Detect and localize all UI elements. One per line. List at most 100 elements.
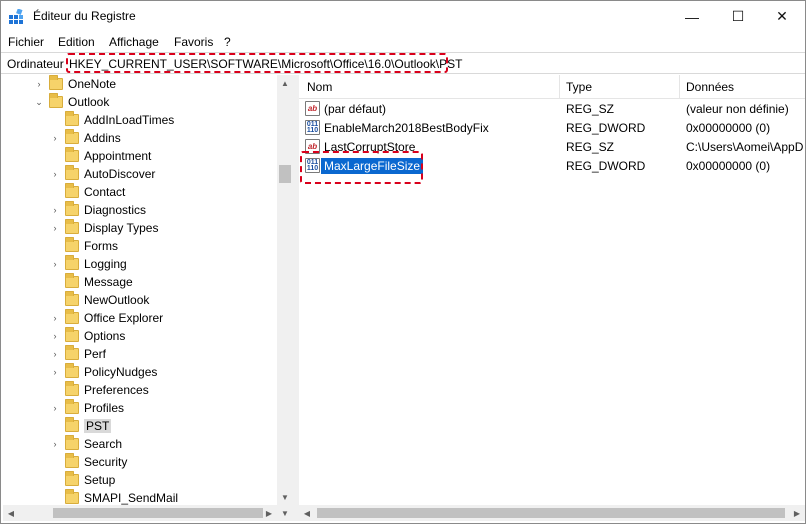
tree-item[interactable]: › Office Explorer [49, 309, 163, 327]
scroll-right-icon[interactable]: ▶ [261, 505, 277, 521]
title-bar[interactable]: Éditeur du Registre — ☐ ✕ [1, 1, 805, 32]
chevron-right-icon[interactable]: › [33, 75, 45, 93]
value-type: REG_DWORD [566, 121, 646, 135]
scroll-down-icon[interactable]: ▼ [277, 505, 293, 521]
chevron-right-icon[interactable]: › [49, 345, 61, 363]
tree-item[interactable]: Contact [49, 183, 125, 201]
tree-item[interactable]: › Diagnostics [49, 201, 146, 219]
chevron-right-icon[interactable] [49, 111, 61, 129]
chevron-right-icon[interactable]: › [49, 399, 61, 417]
chevron-right-icon[interactable] [49, 273, 61, 291]
list-header: Nom Type Données [299, 75, 805, 99]
folder-icon [65, 381, 79, 396]
tree-vertical-scrollbar[interactable]: ▲ ▼ [277, 75, 293, 505]
value-type: REG_SZ [566, 102, 615, 116]
tree-item-label: NewOutlook [84, 293, 150, 307]
scroll-left-icon[interactable]: ◀ [299, 505, 315, 521]
tree-horizontal-scrollbar[interactable]: ◀ ▶ ▼ [3, 505, 293, 521]
scroll-up-icon[interactable]: ▲ [277, 75, 293, 91]
value-type: REG_DWORD [566, 159, 646, 173]
chevron-right-icon[interactable]: › [49, 363, 61, 381]
chevron-right-icon[interactable] [49, 471, 61, 489]
column-header-type[interactable]: Type [566, 80, 592, 94]
scroll-thumb[interactable] [279, 165, 291, 183]
tree-item-label: Office Explorer [84, 311, 164, 325]
chevron-right-icon[interactable]: › [49, 201, 61, 219]
tree-item[interactable]: PST [49, 417, 112, 435]
column-header-name[interactable]: Nom [307, 80, 332, 94]
tree-item[interactable]: Appointment [49, 147, 151, 165]
tree-item[interactable]: ⌄ Outlook [33, 93, 109, 111]
tree-item[interactable]: › Addins [49, 129, 121, 147]
chevron-right-icon[interactable] [49, 489, 61, 505]
tree-item-label: Display Types [84, 221, 159, 235]
tree-item[interactable]: › Logging [49, 255, 127, 273]
tree-item[interactable]: Message [49, 273, 133, 291]
column-divider[interactable] [559, 75, 560, 99]
chevron-right-icon[interactable] [49, 237, 61, 255]
tree-item[interactable]: › Search [49, 435, 122, 453]
value-row[interactable]: 011 110 EnableMarch2018BestBodyFix REG_DWO… [299, 119, 805, 137]
tree-item[interactable]: › OneNote [33, 75, 116, 93]
chevron-right-icon[interactable]: › [49, 219, 61, 237]
tree-item[interactable]: › AutoDiscover [49, 165, 155, 183]
tree-item[interactable]: Security [49, 453, 127, 471]
tree-item-label: Search [84, 437, 123, 451]
key-tree-pane[interactable]: › OneNote ⌄ Outlook AddInLoadTimes › Addins App… [3, 75, 293, 505]
tree-item-label: Perf [84, 347, 107, 361]
folder-icon [65, 111, 79, 126]
tree-item-label: Message [84, 275, 133, 289]
chevron-down-icon[interactable]: ⌄ [33, 93, 45, 111]
values-list-pane[interactable]: Nom Type Données ab (par défaut) REG_SZ (va… [299, 75, 805, 505]
tree-item[interactable]: › Options [49, 327, 125, 345]
tree-item[interactable]: › Profiles [49, 399, 124, 417]
minimize-button[interactable]: — [669, 1, 715, 32]
address-bar[interactable]: Ordinateur HKEY_CURRENT_USER\SOFTWARE\Mi… [1, 52, 805, 74]
chevron-right-icon[interactable]: › [49, 129, 61, 147]
value-data: C:\Users\Aomei\AppD [686, 140, 804, 154]
chevron-right-icon[interactable]: › [49, 327, 61, 345]
list-horizontal-scrollbar[interactable]: ◀ ▶ [299, 505, 805, 521]
chevron-right-icon[interactable] [49, 417, 61, 435]
tree-item[interactable]: Setup [49, 471, 115, 489]
close-button[interactable]: ✕ [759, 1, 805, 32]
scroll-thumb[interactable] [317, 508, 785, 518]
scroll-thumb[interactable] [53, 508, 263, 518]
chevron-right-icon[interactable] [49, 453, 61, 471]
tree-item-label: Contact [84, 185, 126, 199]
menu-favoris[interactable]: Favoris [174, 35, 213, 49]
tree-item[interactable]: NewOutlook [49, 291, 149, 309]
chevron-right-icon[interactable] [49, 291, 61, 309]
chevron-right-icon[interactable]: › [49, 255, 61, 273]
tree-item[interactable]: Preferences [49, 381, 149, 399]
scroll-left-icon[interactable]: ◀ [3, 505, 19, 521]
maximize-button[interactable]: ☐ [715, 1, 761, 32]
menu-fichier[interactable]: Fichier [8, 35, 44, 49]
folder-icon [65, 201, 79, 216]
column-header-data[interactable]: Données [686, 80, 734, 94]
folder-icon [65, 345, 79, 360]
chevron-right-icon[interactable] [49, 381, 61, 399]
tree-item[interactable]: SMAPI_SendMail [49, 489, 178, 505]
scroll-down-icon[interactable]: ▼ [277, 489, 293, 505]
folder-icon [65, 363, 79, 378]
tree-item[interactable]: › Perf [49, 345, 106, 363]
chevron-right-icon[interactable]: › [49, 165, 61, 183]
tree-item[interactable]: › PolicyNudges [49, 363, 157, 381]
folder-icon [65, 219, 79, 234]
address-root-label: Ordinateur [7, 57, 64, 71]
menu-affichage[interactable]: Affichage [109, 35, 159, 49]
column-divider[interactable] [679, 75, 680, 99]
chevron-right-icon[interactable] [49, 183, 61, 201]
value-row[interactable]: ab (par défaut) REG_SZ (valeur non définie) [299, 100, 805, 118]
menu-edition[interactable]: Edition [58, 35, 95, 49]
chevron-right-icon[interactable]: › [49, 309, 61, 327]
tree-item[interactable]: › Display Types [49, 219, 158, 237]
menu-help[interactable]: ? [224, 35, 231, 49]
tree-item-label: Security [84, 455, 128, 469]
tree-item[interactable]: Forms [49, 237, 118, 255]
scroll-right-icon[interactable]: ▶ [789, 505, 805, 521]
chevron-right-icon[interactable]: › [49, 435, 61, 453]
tree-item[interactable]: AddInLoadTimes [49, 111, 174, 129]
chevron-right-icon[interactable] [49, 147, 61, 165]
